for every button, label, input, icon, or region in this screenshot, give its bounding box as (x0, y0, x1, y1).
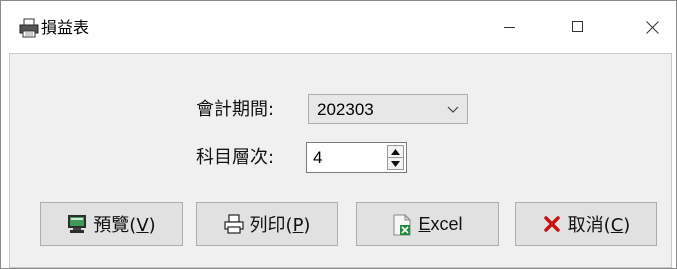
maximize-icon (572, 21, 583, 32)
period-label: 會計期間: (196, 99, 275, 120)
close-icon (645, 20, 659, 34)
report-dialog: 損益表 會計期間: 202303 科目層次: 4 預覽(V) 列印(P) Exc… (0, 0, 677, 269)
dialog-body: 會計期間: 202303 科目層次: 4 預覽(V) 列印(P) Excel 取… (9, 53, 672, 268)
level-label: 科目層次: (196, 147, 275, 168)
spin-down-button[interactable] (388, 158, 403, 169)
period-value: 202303 (317, 100, 374, 119)
print-tail: ) (303, 215, 311, 236)
spin-up-button[interactable] (388, 146, 403, 158)
preview-accel: V (136, 215, 149, 236)
x-icon (542, 214, 562, 234)
triangle-up-icon (391, 148, 400, 155)
printer-icon (19, 18, 39, 38)
level-value: 4 (313, 148, 323, 167)
print-button[interactable]: 列印(P) (196, 202, 338, 246)
excel-file-icon (392, 213, 412, 236)
print-accel: P (292, 215, 304, 236)
chevron-down-icon (447, 101, 459, 121)
excel-accel: E (418, 213, 431, 234)
spin-buttons (387, 145, 404, 170)
cancel-accel: C (610, 215, 624, 236)
excel-button[interactable]: Excel (356, 202, 499, 246)
period-select[interactable]: 202303 (308, 94, 468, 124)
level-spinner[interactable]: 4 (306, 142, 407, 173)
monitor-icon (67, 214, 87, 234)
cancel-button[interactable]: 取消(C) (515, 202, 657, 246)
printer-icon (223, 214, 244, 234)
cancel-tail: ) (623, 215, 631, 236)
minimize-button[interactable] (487, 1, 533, 53)
preview-tail: ) (148, 215, 156, 236)
cancel-label: 取消( (567, 215, 611, 236)
preview-label: 預覽( (93, 215, 137, 236)
triangle-down-icon (391, 160, 400, 167)
preview-button[interactable]: 預覽(V) (40, 202, 183, 246)
title-bar[interactable]: 損益表 (1, 1, 676, 53)
minimize-icon (504, 27, 515, 28)
window-title: 損益表 (41, 18, 90, 37)
print-label: 列印( (249, 215, 293, 236)
close-button[interactable] (629, 1, 675, 53)
maximize-button[interactable] (555, 1, 601, 53)
excel-tail: xcel (430, 213, 463, 234)
